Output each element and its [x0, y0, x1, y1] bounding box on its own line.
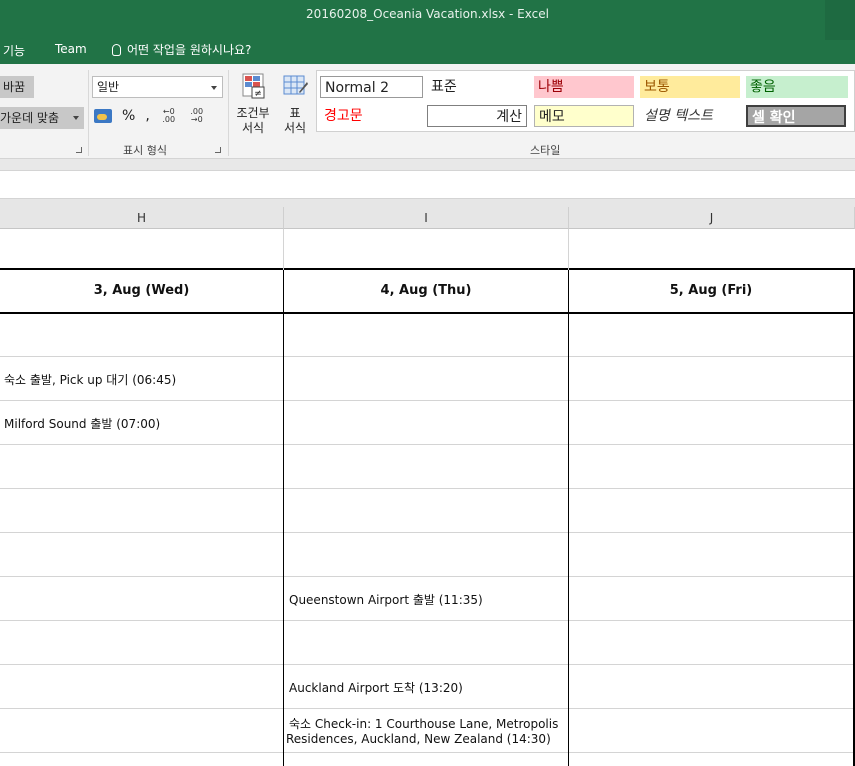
number-format-buttons: % , ←0.00 .00 →0 [94, 108, 206, 124]
cell-i-checkin-line2[interactable]: Residences, Auckland, New Zealand (14:30… [286, 732, 551, 746]
date-header-aug-4[interactable]: 4, Aug (Thu) [284, 270, 568, 312]
decrease-decimal-icon[interactable]: .00 →0 [188, 108, 206, 124]
date-header-aug-5[interactable]: 5, Aug (Fri) [569, 270, 853, 312]
tab-features[interactable]: 기능 [3, 42, 25, 59]
cf-label-line1: 조건부 [236, 106, 270, 120]
comma-style-button[interactable]: , [145, 108, 149, 124]
gridline [0, 664, 855, 665]
gridline [0, 752, 855, 753]
gridline [283, 229, 284, 270]
excel-window: 20160208_Oceania Vacation.xlsx - Excel 기… [0, 0, 855, 766]
gridline [0, 444, 855, 445]
style-explanatory[interactable]: 설명 텍스트 [640, 105, 740, 127]
style-warning[interactable]: 경고문 [320, 105, 423, 127]
table-label-line1: 표 [289, 106, 301, 120]
svg-text:≠: ≠ [254, 89, 262, 99]
style-normal-2[interactable]: Normal 2 [320, 76, 423, 98]
title-bar: 20160208_Oceania Vacation.xlsx - Excel 기… [0, 0, 855, 64]
style-bad[interactable]: 나쁨 [534, 76, 634, 98]
number-format-value: 일반 [97, 80, 120, 94]
cell-styles-gallery: Normal 2 표준 나쁨 보통 좋음 경고문 계산 메모 설명 텍스트 셀 … [316, 70, 855, 132]
column-header-strip [0, 199, 855, 207]
chevron-down-icon[interactable] [73, 116, 79, 120]
tell-me-search[interactable]: 어떤 작업을 원하시나요? [112, 41, 251, 58]
style-calculation[interactable]: 계산 [427, 105, 527, 127]
cell-h-milford-depart[interactable]: Milford Sound 출발 (07:00) [4, 415, 160, 432]
chevron-down-icon[interactable] [211, 86, 217, 90]
gridline [568, 229, 569, 270]
cell-h-depart-lodging[interactable]: 숙소 출발, Pick up 대기 (06:45) [4, 371, 176, 388]
style-check-cell[interactable]: 셀 확인 [746, 105, 846, 127]
gridline [0, 356, 855, 357]
merge-center-button[interactable]: 가운데 맞춤 [0, 107, 84, 129]
increase-decimal-icon[interactable]: ←0.00 [160, 108, 178, 124]
style-standard[interactable]: 표준 [427, 76, 527, 98]
table-column-border [568, 270, 569, 766]
cell-i-auckland-arrive[interactable]: Auckland Airport 도착 (13:20) [289, 679, 463, 696]
gridline [0, 576, 855, 577]
table-format-icon [283, 75, 308, 95]
cf-label-line2: 서식 [241, 121, 265, 135]
merge-center-label: 가운데 맞춤 [0, 111, 60, 125]
tab-team[interactable]: Team [55, 42, 87, 56]
number-dialog-launcher-icon[interactable] [215, 147, 221, 153]
table-column-border [283, 270, 284, 766]
format-as-table-button[interactable]: 표 서식 [277, 72, 313, 136]
window-title: 20160208_Oceania Vacation.xlsx - Excel [306, 7, 549, 21]
cell-i-checkin-line1[interactable]: 숙소 Check-in: 1 Courthouse Lane, Metropol… [289, 715, 558, 732]
style-neutral[interactable]: 보통 [640, 76, 740, 98]
group-separator [88, 70, 89, 156]
ribbon: 바꿈 가운데 맞춤 일반 % , ←0.00 .00 →0 표시 형식 ≠ 조건… [0, 64, 855, 159]
style-good[interactable]: 좋음 [746, 76, 848, 98]
wrap-text-button[interactable]: 바꿈 [0, 76, 34, 98]
window-control[interactable] [825, 0, 855, 40]
conditional-format-icon: ≠ [242, 73, 265, 99]
lightbulb-icon [112, 43, 121, 56]
date-header-aug-3[interactable]: 3, Aug (Wed) [0, 270, 283, 312]
number-group-label: 표시 형식 [123, 144, 167, 157]
conditional-format-button[interactable]: ≠ 조건부 서식 [233, 72, 273, 136]
gridline [0, 708, 855, 709]
number-format-select[interactable]: 일반 [92, 76, 223, 98]
styles-group-label: 스타일 [530, 144, 561, 157]
gridline [0, 532, 855, 533]
gridline [0, 620, 855, 621]
tell-me-text: 어떤 작업을 원하시나요? [127, 43, 252, 57]
cell-i-queenstown-depart[interactable]: Queenstown Airport 출발 (11:35) [289, 591, 483, 608]
column-header-j[interactable]: J [569, 207, 855, 229]
column-header-h[interactable]: H [0, 207, 284, 229]
gridline [0, 400, 855, 401]
alignment-dialog-launcher-icon[interactable] [76, 147, 82, 153]
formula-bar[interactable] [0, 171, 855, 199]
header-bottom-border [0, 312, 855, 314]
accounting-format-icon[interactable] [94, 109, 112, 123]
formula-bar-divider [0, 159, 855, 171]
group-separator [228, 70, 229, 156]
gridline [0, 488, 855, 489]
column-header-i[interactable]: I [284, 207, 569, 229]
style-note[interactable]: 메모 [534, 105, 634, 127]
percent-style-button[interactable]: % [122, 108, 135, 124]
table-label-line2: 서식 [283, 121, 307, 135]
